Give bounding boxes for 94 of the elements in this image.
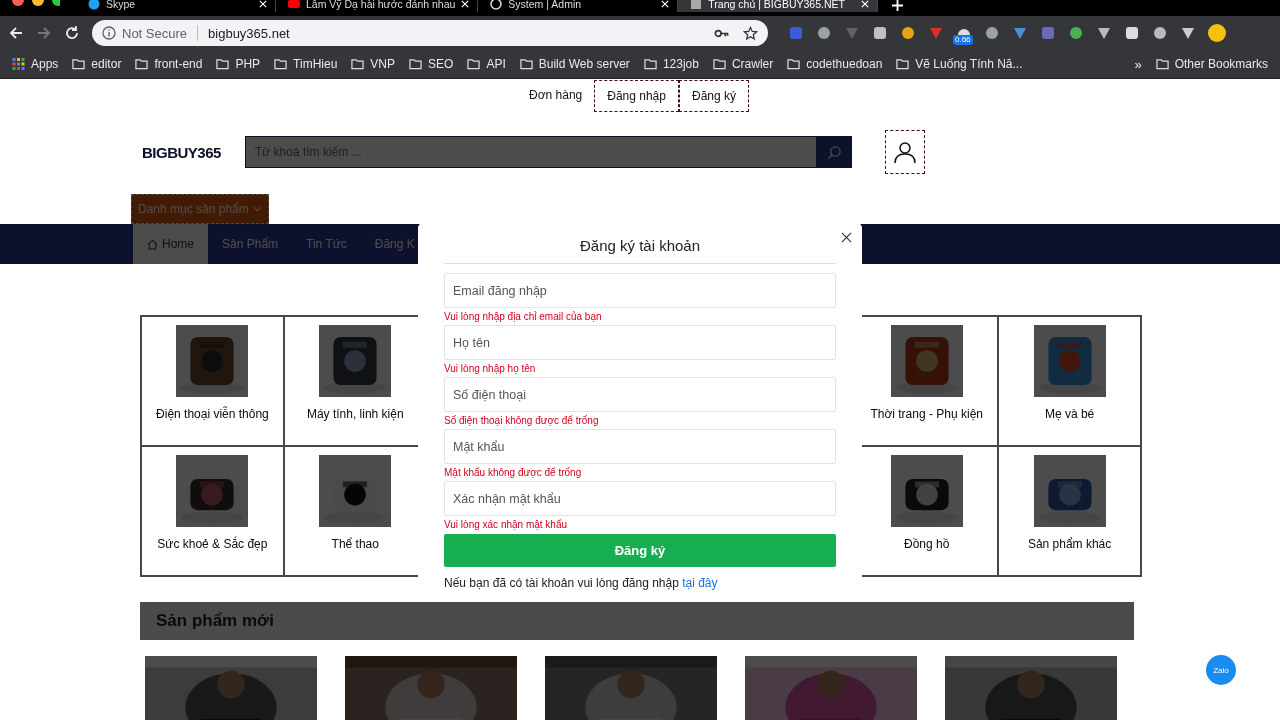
browser-tab[interactable]: Trang chủ | BIGBUY365.NET [678, 0, 879, 12]
category-label: Thể thao [331, 537, 379, 551]
folder-icon [216, 58, 230, 70]
page-icon [690, 0, 703, 10]
extension-icon[interactable] [1152, 25, 1168, 41]
profile-avatar[interactable] [1208, 24, 1226, 42]
input-field[interactable]: Mật khẩu [444, 429, 836, 464]
user-icon [892, 139, 917, 165]
forward-icon[interactable] [36, 25, 52, 41]
bookmark[interactable]: TimHieu [274, 57, 338, 71]
bookmarks-overflow[interactable]: » [1134, 56, 1142, 72]
bookmark[interactable]: SEO [409, 57, 454, 71]
folder-icon [351, 58, 365, 70]
folder-icon [135, 58, 149, 70]
input-field[interactable]: Họ tên [444, 325, 836, 360]
category-label: Đồng hồ [904, 537, 950, 551]
category-tile[interactable]: Mẹ và bé [998, 316, 1141, 446]
extension-icon[interactable] [1096, 25, 1112, 41]
back-icon[interactable] [8, 25, 24, 41]
login-prompt: Nếu bạn đã có tài khoản vui lòng đăng nhập tại đây [444, 576, 719, 590]
window-buttons-drawing[interactable] [12, 0, 60, 6]
extension-icon[interactable] [1068, 25, 1084, 41]
dialog-title: Đăng ký tài khoản [578, 237, 702, 256]
error-message: Số điện thoại không được để trống [444, 414, 600, 428]
login-link[interactable]: tại đây [682, 576, 718, 590]
bookmark[interactable]: editor [72, 57, 122, 71]
star-icon[interactable] [743, 25, 758, 41]
folder-icon [519, 58, 533, 70]
input-field[interactable]: Email đăng nhập [444, 273, 836, 308]
category-label: Sức khoẻ & Sắc đẹp [157, 537, 268, 551]
input-field[interactable]: Xác nhận mật khẩu [444, 481, 836, 516]
extension-icon[interactable] [1124, 25, 1140, 41]
category-label: Thời trang - Phụ kiện [870, 407, 983, 421]
bookmark[interactable]: front-end [135, 57, 203, 71]
bookmark[interactable]: Build Web server [519, 57, 630, 71]
search-icon [826, 144, 842, 160]
info-icon[interactable] [102, 26, 116, 40]
category-label: Mẹ và bé [1044, 407, 1095, 421]
caret-icon [252, 206, 262, 212]
error-message: Mật khẩu không được để trống [444, 466, 583, 480]
category-label: Sản phẩm khác [1027, 537, 1112, 551]
bookmark[interactable]: PHP [216, 57, 261, 71]
bookmark[interactable]: Apps [12, 57, 59, 71]
bookmark[interactable]: Other Bookmarks [1155, 57, 1268, 71]
extension-badge: 0.66 [953, 35, 973, 45]
folder-icon [896, 58, 910, 70]
folder-icon [787, 58, 801, 70]
extension-icon[interactable] [1012, 25, 1028, 41]
url-text: bigbuy365.net [208, 25, 290, 41]
apps-icon [12, 58, 25, 70]
folder-icon [467, 58, 481, 70]
category-tile[interactable]: Sức khoẻ & Sắc đẹp [141, 446, 284, 576]
new-tab-icon[interactable] [892, 0, 904, 11]
skype-icon [88, 0, 100, 10]
bookmark[interactable]: Crawler [712, 57, 774, 71]
site-logo[interactable]: BIGBUY365 [142, 143, 221, 161]
folder-icon [409, 58, 423, 70]
browser-tab[interactable]: Lâm Vỹ Dạ hài hước đánh nhau [276, 0, 479, 12]
section-title: Sản phẩm mới [156, 611, 274, 631]
address-bar[interactable]: Not Secure bigbuy365.net [92, 20, 768, 46]
folder-icon [643, 58, 657, 70]
error-message: Vui lòng xác nhận mật khẩu [444, 518, 569, 532]
category-label: Điện thoại viễn thông [156, 407, 269, 421]
bookmark[interactable]: codethuedoan [787, 57, 883, 71]
folder-icon [1155, 58, 1169, 70]
account-button[interactable] [884, 130, 925, 174]
bookmark[interactable]: VNP [351, 57, 396, 71]
globe-icon [490, 0, 503, 10]
extension-icon[interactable] [1180, 25, 1196, 41]
folder-icon [274, 58, 288, 70]
header-link[interactable]: Đăng ký [678, 80, 749, 112]
extension-icon[interactable] [816, 25, 832, 41]
folder-icon [712, 58, 726, 70]
header-link[interactable]: Đơn hàng [517, 80, 595, 112]
error-message: Vui lòng nhập họ tên [444, 362, 537, 376]
extension-icon[interactable] [872, 25, 888, 41]
input-field[interactable]: Số điện thoại [444, 377, 836, 412]
header-link[interactable]: Đăng nhập [594, 80, 679, 112]
home-icon [147, 238, 158, 250]
bookmark[interactable]: API [467, 57, 506, 71]
bookmark[interactable]: Vẽ Luống Tính Nă... [896, 57, 1023, 71]
folder-icon [72, 58, 86, 70]
security-label: Not Secure [122, 25, 188, 41]
extension-icon[interactable] [984, 25, 1000, 41]
video-icon [288, 0, 300, 10]
reload-icon[interactable] [64, 25, 80, 41]
category-tile[interactable]: Điện thoại viễn thông [141, 316, 284, 446]
category-tile[interactable]: Sản phẩm khác [998, 446, 1141, 576]
category-label: Máy tính, linh kiện [306, 407, 404, 421]
close-icon[interactable] [841, 232, 852, 243]
error-message: Vui lòng nhập địa chỉ email của bạn [444, 310, 603, 324]
browser-tab[interactable]: Skype [76, 0, 276, 12]
extension-icon[interactable] [900, 25, 916, 41]
bookmark[interactable]: 123job [643, 57, 699, 71]
